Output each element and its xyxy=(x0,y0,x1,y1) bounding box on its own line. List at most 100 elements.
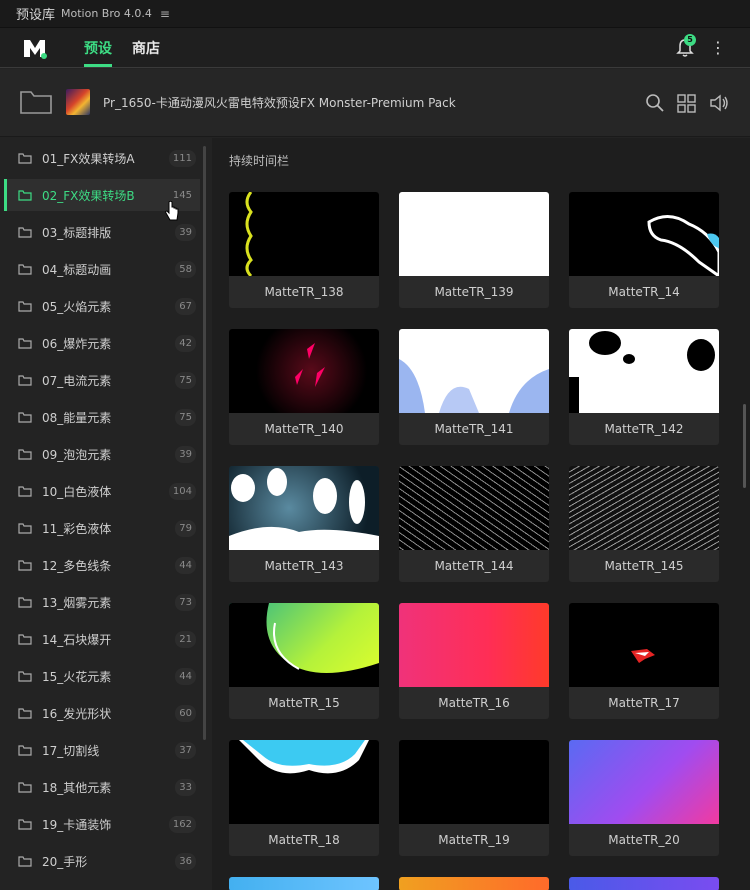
preset-preview xyxy=(569,329,719,413)
category-label: 16_发光形状 xyxy=(42,707,112,721)
folder-icon xyxy=(18,745,32,756)
preset-card[interactable]: MatteTR_138 xyxy=(229,192,379,308)
tab-presets[interactable]: 预设 xyxy=(84,38,112,67)
category-label: 18_其他元素 xyxy=(42,781,112,795)
category-label: 01_FX效果转场A xyxy=(42,152,135,166)
folder-icon xyxy=(18,523,32,534)
app-title: 预设库 xyxy=(16,8,56,23)
category-count: 60 xyxy=(175,705,196,722)
preset-preview xyxy=(229,466,379,550)
preset-preview xyxy=(229,192,379,276)
category-item[interactable]: 01_FX效果转场A 111 xyxy=(4,142,200,174)
sidebar-scrollbar[interactable] xyxy=(203,146,206,740)
category-item[interactable]: 10_白色液体 104 xyxy=(4,475,200,507)
preset-card[interactable]: MatteTR_14 xyxy=(569,192,719,308)
folder-icon[interactable] xyxy=(20,89,52,115)
preset-card[interactable]: MatteTR_17 xyxy=(569,603,719,719)
preset-name: MatteTR_18 xyxy=(268,833,340,847)
category-label: 15_火花元素 xyxy=(42,670,112,684)
preset-card[interactable]: MatteTR_19 xyxy=(399,740,549,856)
preset-card[interactable]: MatteTR_139 xyxy=(399,192,549,308)
category-label: 02_FX效果转场B xyxy=(42,189,135,203)
hand-cursor-icon xyxy=(165,200,179,221)
category-item[interactable]: 07_电流元素 75 xyxy=(4,364,200,396)
preset-name: MatteTR_140 xyxy=(264,422,344,436)
product-version: Motion Bro 4.0.4 xyxy=(61,7,152,20)
preset-name: MatteTR_20 xyxy=(608,833,680,847)
category-item[interactable]: 11_彩色液体 79 xyxy=(4,512,200,544)
category-item[interactable]: 06_爆炸元素 42 xyxy=(4,327,200,359)
category-item[interactable]: 05_火焰元素 67 xyxy=(4,290,200,322)
category-label: 09_泡泡元素 xyxy=(42,448,112,462)
folder-icon xyxy=(18,375,32,386)
preset-card[interactable]: MatteTR_15 xyxy=(229,603,379,719)
category-item[interactable]: 20_手形 36 xyxy=(4,845,200,877)
folder-icon xyxy=(18,856,32,867)
folder-icon xyxy=(18,301,32,312)
category-label: 12_多色线条 xyxy=(42,559,112,573)
category-label: 07_电流元素 xyxy=(42,374,112,388)
search-icon[interactable] xyxy=(644,92,666,114)
preset-card[interactable]: MatteTR_143 xyxy=(229,466,379,582)
category-item[interactable]: 12_多色线条 44 xyxy=(4,549,200,581)
preset-card[interactable]: MatteTR_141 xyxy=(399,329,549,445)
folder-icon xyxy=(18,597,32,608)
category-item[interactable]: 13_烟雾元素 73 xyxy=(4,586,200,618)
category-item[interactable]: 16_发光形状 60 xyxy=(4,697,200,729)
preset-card[interactable] xyxy=(399,877,549,890)
category-item[interactable]: 18_其他元素 33 xyxy=(4,771,200,803)
preset-name: MatteTR_139 xyxy=(434,285,514,299)
preset-card[interactable] xyxy=(569,877,719,890)
preset-card[interactable]: MatteTR_145 xyxy=(569,466,719,582)
category-count: 75 xyxy=(175,372,196,389)
category-label: 03_标题排版 xyxy=(42,226,112,240)
folder-icon xyxy=(18,190,32,201)
preset-card[interactable] xyxy=(229,877,379,890)
folder-icon xyxy=(18,153,32,164)
preset-name: MatteTR_16 xyxy=(438,696,510,710)
category-item[interactable]: 14_石块爆开 21 xyxy=(4,623,200,655)
category-count: 44 xyxy=(175,557,196,574)
preset-card[interactable]: MatteTR_18 xyxy=(229,740,379,856)
category-item[interactable]: 04_标题动画 58 xyxy=(4,253,200,285)
motion-bro-logo-icon[interactable] xyxy=(22,36,48,60)
sound-icon[interactable] xyxy=(708,92,730,114)
tab-store[interactable]: 商店 xyxy=(132,38,160,58)
category-item[interactable]: 15_火花元素 44 xyxy=(4,660,200,692)
more-vertical-icon[interactable]: ⋮ xyxy=(710,38,726,58)
category-count: 67 xyxy=(175,298,196,315)
hamburger-icon[interactable]: ≡ xyxy=(160,7,170,21)
preset-preview xyxy=(399,329,549,413)
category-label: 19_卡通装饰 xyxy=(42,818,112,832)
category-count: 39 xyxy=(175,224,196,241)
category-count: 79 xyxy=(175,520,196,537)
category-item[interactable]: 19_卡通装饰 162 xyxy=(4,808,200,840)
preset-name: MatteTR_17 xyxy=(608,696,680,710)
category-item[interactable]: 08_能量元素 75 xyxy=(4,401,200,433)
preset-card[interactable]: MatteTR_20 xyxy=(569,740,719,856)
preset-preview xyxy=(229,329,379,413)
category-label: 04_标题动画 xyxy=(42,263,112,277)
folder-icon xyxy=(18,264,32,275)
preset-preview xyxy=(399,603,549,687)
preset-name: MatteTR_15 xyxy=(268,696,340,710)
preset-grid-panel: 持续时间栏 MatteTR_138 MatteTR_139 MatteTR_14… xyxy=(212,138,750,890)
category-item[interactable]: 09_泡泡元素 39 xyxy=(4,438,200,470)
category-count: 37 xyxy=(175,742,196,759)
pack-thumbnail xyxy=(66,89,90,115)
preset-card[interactable]: MatteTR_140 xyxy=(229,329,379,445)
top-nav: 预设 商店 5 ⋮ xyxy=(0,28,750,68)
preset-card[interactable]: MatteTR_16 xyxy=(399,603,549,719)
folder-icon xyxy=(18,671,32,682)
category-count: 36 xyxy=(175,853,196,870)
grid-view-icon[interactable] xyxy=(676,92,698,114)
folder-icon xyxy=(18,486,32,497)
category-item[interactable]: 17_切割线 37 xyxy=(4,734,200,766)
category-label: 06_爆炸元素 xyxy=(42,337,112,351)
preset-card[interactable]: MatteTR_144 xyxy=(399,466,549,582)
pack-header: Pr_1650-卡通动漫风火雷电特效预设FX Monster-Premium P… xyxy=(0,69,750,137)
grid-scrollbar[interactable] xyxy=(743,404,746,488)
preset-card[interactable]: MatteTR_142 xyxy=(569,329,719,445)
preset-preview xyxy=(569,603,719,687)
notification-badge: 5 xyxy=(684,34,696,46)
